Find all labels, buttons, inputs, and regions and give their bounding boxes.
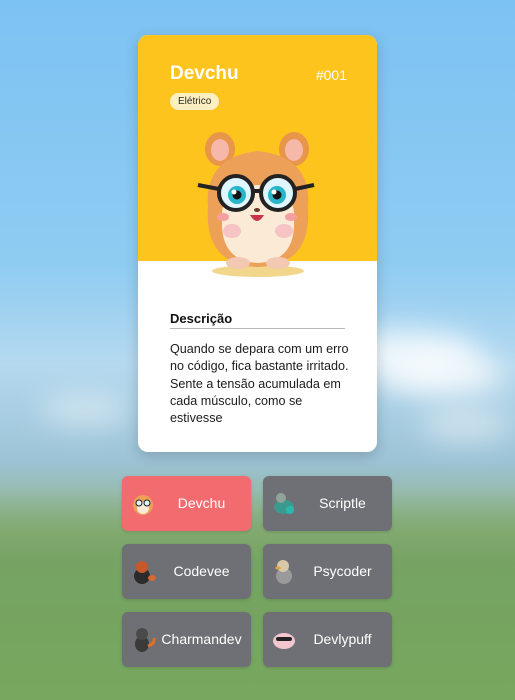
pokemon-card: Devchu #001 Elétrico Descrição Quando se… (138, 35, 377, 452)
select-devchu-button[interactable]: Devchu (122, 476, 251, 531)
select-devlypuff-button[interactable]: Devlypuff (263, 612, 392, 667)
puff-icon (273, 633, 295, 649)
select-psycoder-button[interactable]: Psycoder (263, 544, 392, 599)
button-label: Charmandev (161, 631, 242, 647)
button-label: Devchu (177, 495, 226, 511)
duck-icon (275, 560, 292, 584)
select-charmandev-button[interactable]: Charmandev (122, 612, 251, 667)
card-number: #001 (315, 67, 347, 83)
hamster-illustration (197, 132, 315, 277)
type-badge: Elétrico (170, 93, 220, 110)
card-name: Devchu (170, 63, 239, 84)
hamster-icon (133, 495, 153, 515)
description-text: Quando se depara com um erro no código, … (170, 342, 349, 426)
lizard-icon (135, 628, 156, 652)
button-label: Scriptle (319, 495, 366, 511)
button-label: Codevee (173, 563, 230, 579)
fox-icon (134, 561, 156, 584)
description-title: Descrição (170, 311, 345, 329)
button-label: Devlypuff (313, 631, 372, 647)
button-label: Psycoder (313, 563, 372, 579)
select-codevee-button[interactable]: Codevee (122, 544, 251, 599)
select-scriptle-button[interactable]: Scriptle (263, 476, 392, 531)
turtle-icon (274, 493, 294, 514)
